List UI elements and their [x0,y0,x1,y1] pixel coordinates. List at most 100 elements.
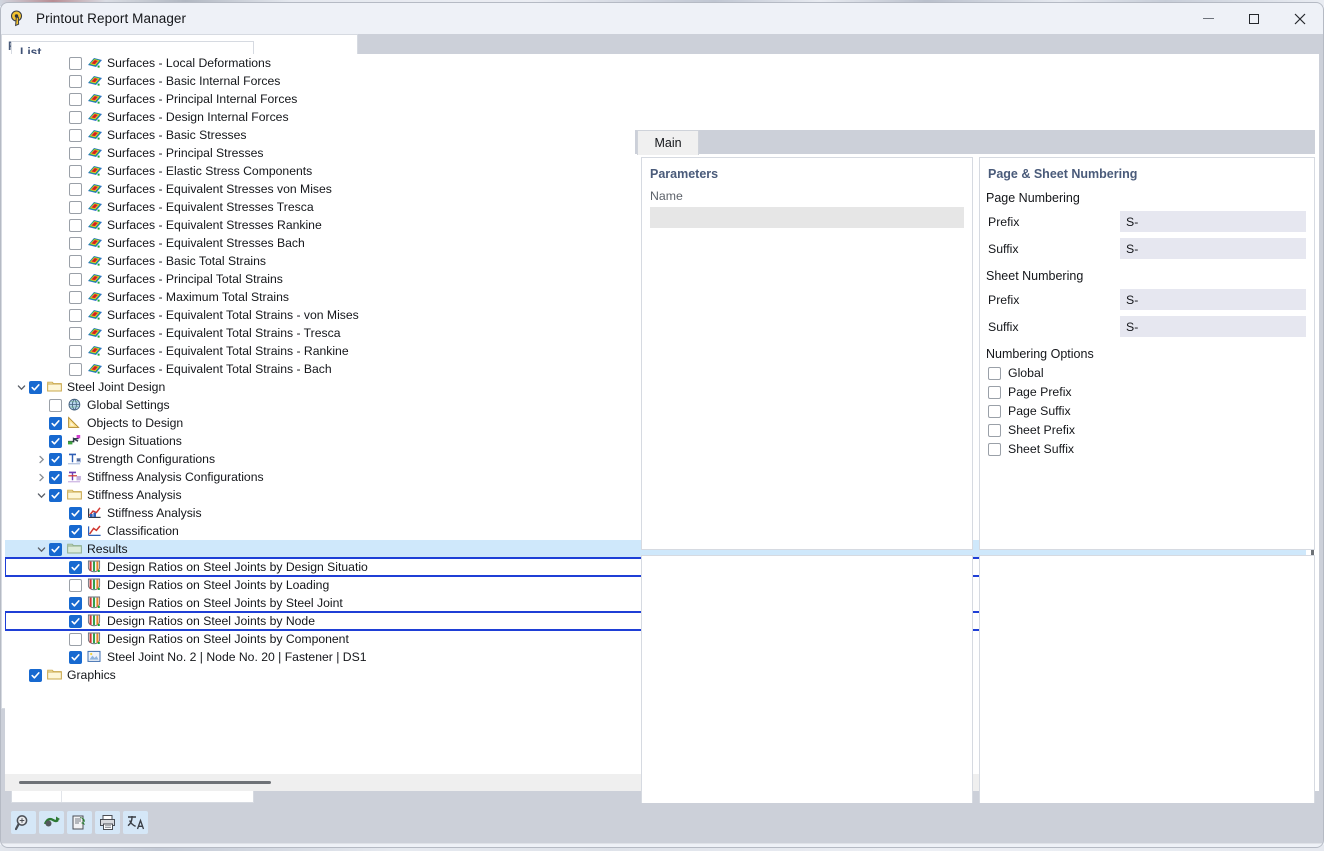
page-suffix-input[interactable]: S- [1120,238,1306,259]
tree-item-checkbox[interactable] [69,524,82,538]
tree-item-checkbox[interactable] [69,326,82,340]
stiffness-config-icon [67,470,83,484]
maximize-button[interactable] [1231,3,1277,34]
tree-item-checkbox[interactable] [69,650,82,664]
tree-item-checkbox[interactable] [49,398,62,412]
sheet-suffix-input[interactable]: S- [1120,316,1306,337]
numbering-option-checkbox[interactable] [988,385,1001,399]
tree-item-label: Design Ratios on Steel Joints by Steel J… [107,596,343,610]
tree-item[interactable]: Surfaces - Local Deformations [5,54,1306,72]
tab-main[interactable]: Main [637,130,699,155]
tree-item-checkbox[interactable] [29,380,42,394]
tree-item-checkbox[interactable] [69,506,82,520]
save-page-icon-button[interactable] [67,811,92,834]
tree-item-checkbox[interactable] [69,110,82,124]
numbering-option-checkbox[interactable] [988,366,1001,380]
design-situations-icon [67,434,83,448]
lower-left-panel [641,555,973,825]
globe-icon [67,398,83,412]
tree-item-checkbox[interactable] [69,272,82,286]
folder-icon [47,380,63,394]
tree-item-checkbox[interactable] [69,560,82,574]
design-ratio-icon [87,596,103,610]
minimize-button[interactable] [1185,3,1231,34]
tree-item-checkbox[interactable] [69,596,82,610]
tree-item[interactable]: Surfaces - Principal Internal Forces [5,90,1306,108]
numbering-option-checkbox[interactable] [988,423,1001,437]
tree-item-label: Stiffness Analysis [87,488,182,502]
tree-item-checkbox[interactable] [69,56,82,70]
tree-item-checkbox[interactable] [49,416,62,430]
tree-item-checkbox[interactable] [69,200,82,214]
tree-hscroll-thumb[interactable] [19,781,271,784]
tree-item-checkbox[interactable] [69,164,82,178]
page-numbering-title: Page Numbering [986,191,1080,205]
tree-item-checkbox[interactable] [69,614,82,628]
chevron-down-icon[interactable] [33,491,49,500]
tree-item-checkbox[interactable] [69,578,82,592]
tree-item-checkbox[interactable] [69,182,82,196]
surface-result-icon [87,290,103,304]
chevron-right-icon[interactable] [33,455,49,464]
parameters-panel: Parameters Name [641,157,973,550]
numbering-option-label: Sheet Suffix [1008,442,1075,456]
surface-result-icon [87,272,103,286]
tree-item-checkbox[interactable] [29,668,42,682]
tree-item-checkbox[interactable] [49,452,62,466]
numbering-option-row[interactable]: Sheet Suffix [988,442,1314,456]
tree-item-checkbox[interactable] [49,488,62,502]
tree-item-checkbox[interactable] [49,470,62,484]
tree-item-label: Classification [107,524,179,538]
tree-item-label: Surfaces - Equivalent Total Strains - Tr… [107,326,341,340]
numbering-option-row[interactable]: Sheet Prefix [988,423,1314,437]
tree-item-label: Steel Joint No. 2 | Node No. 20 | Fasten… [107,650,367,664]
tree-item-checkbox[interactable] [69,146,82,160]
tree-item-checkbox[interactable] [69,308,82,322]
parameters-name-input[interactable] [650,207,964,228]
tree-item[interactable]: Surfaces - Design Internal Forces [5,108,1306,126]
tree-item-checkbox[interactable] [49,542,62,556]
page-prefix-input[interactable]: S- [1120,211,1306,232]
tree-item-checkbox[interactable] [69,128,82,142]
tree-item-checkbox[interactable] [69,632,82,646]
surface-result-icon [87,92,103,106]
tree-item-checkbox[interactable] [69,290,82,304]
tree-item-checkbox[interactable] [69,92,82,106]
tree-item-label: Surfaces - Equivalent Total Strains - Ba… [107,362,332,376]
design-ratio-icon [87,632,103,646]
magnifier-icon-button[interactable] [11,811,36,834]
numbering-option-checkbox[interactable] [988,404,1001,418]
sheet-suffix-label: Suffix [988,319,1019,334]
numbering-option-checkbox[interactable] [988,442,1001,456]
report-items-panel: Report Items Surfaces - Local Deformatio… [1,34,1319,839]
chevron-down-icon[interactable] [13,383,29,392]
tree-item-checkbox[interactable] [69,218,82,232]
tree-item-label: Stiffness Analysis Configurations [87,470,264,484]
tree-item-checkbox[interactable] [69,362,82,376]
sheet-prefix-input[interactable]: S- [1120,289,1306,310]
printer-icon-button[interactable] [95,811,120,834]
numbering-option-row[interactable]: Global [988,366,1314,380]
numbering-options-list: Global Page Prefix Page Suffix Sheet Prefix… [980,366,1314,456]
tree-item-label: Surfaces - Equivalent Total Strains - vo… [107,308,359,322]
tree-item-label: Design Ratios on Steel Joints by Compone… [107,632,349,646]
tree-item-checkbox[interactable] [49,434,62,448]
translate-icon-button[interactable] [123,811,148,834]
tree-item-checkbox[interactable] [69,74,82,88]
tree-item-checkbox[interactable] [69,254,82,268]
tree-item[interactable]: Surfaces - Basic Internal Forces [5,72,1306,90]
tree-item-checkbox[interactable] [69,236,82,250]
numbering-option-row[interactable]: Page Suffix [988,404,1314,418]
tree-item-label: Surfaces - Equivalent Total Strains - Ra… [107,344,349,358]
tree-item-label: Surfaces - Basic Internal Forces [107,74,281,88]
chevron-down-icon[interactable] [33,545,49,554]
page-arrow-icon-button[interactable] [39,811,64,834]
chevron-right-icon[interactable] [33,473,49,482]
tree-item-label: Surfaces - Equivalent Stresses von Mises [107,182,332,196]
tree-item-checkbox[interactable] [69,344,82,358]
close-button[interactable] [1277,3,1323,34]
printout-report-manager-window: Printout Report Manager List 1 No. 1 [0,2,1324,848]
design-ratio-icon [87,560,103,574]
sheet-prefix-label: Prefix [988,292,1020,307]
numbering-option-row[interactable]: Page Prefix [988,385,1314,399]
